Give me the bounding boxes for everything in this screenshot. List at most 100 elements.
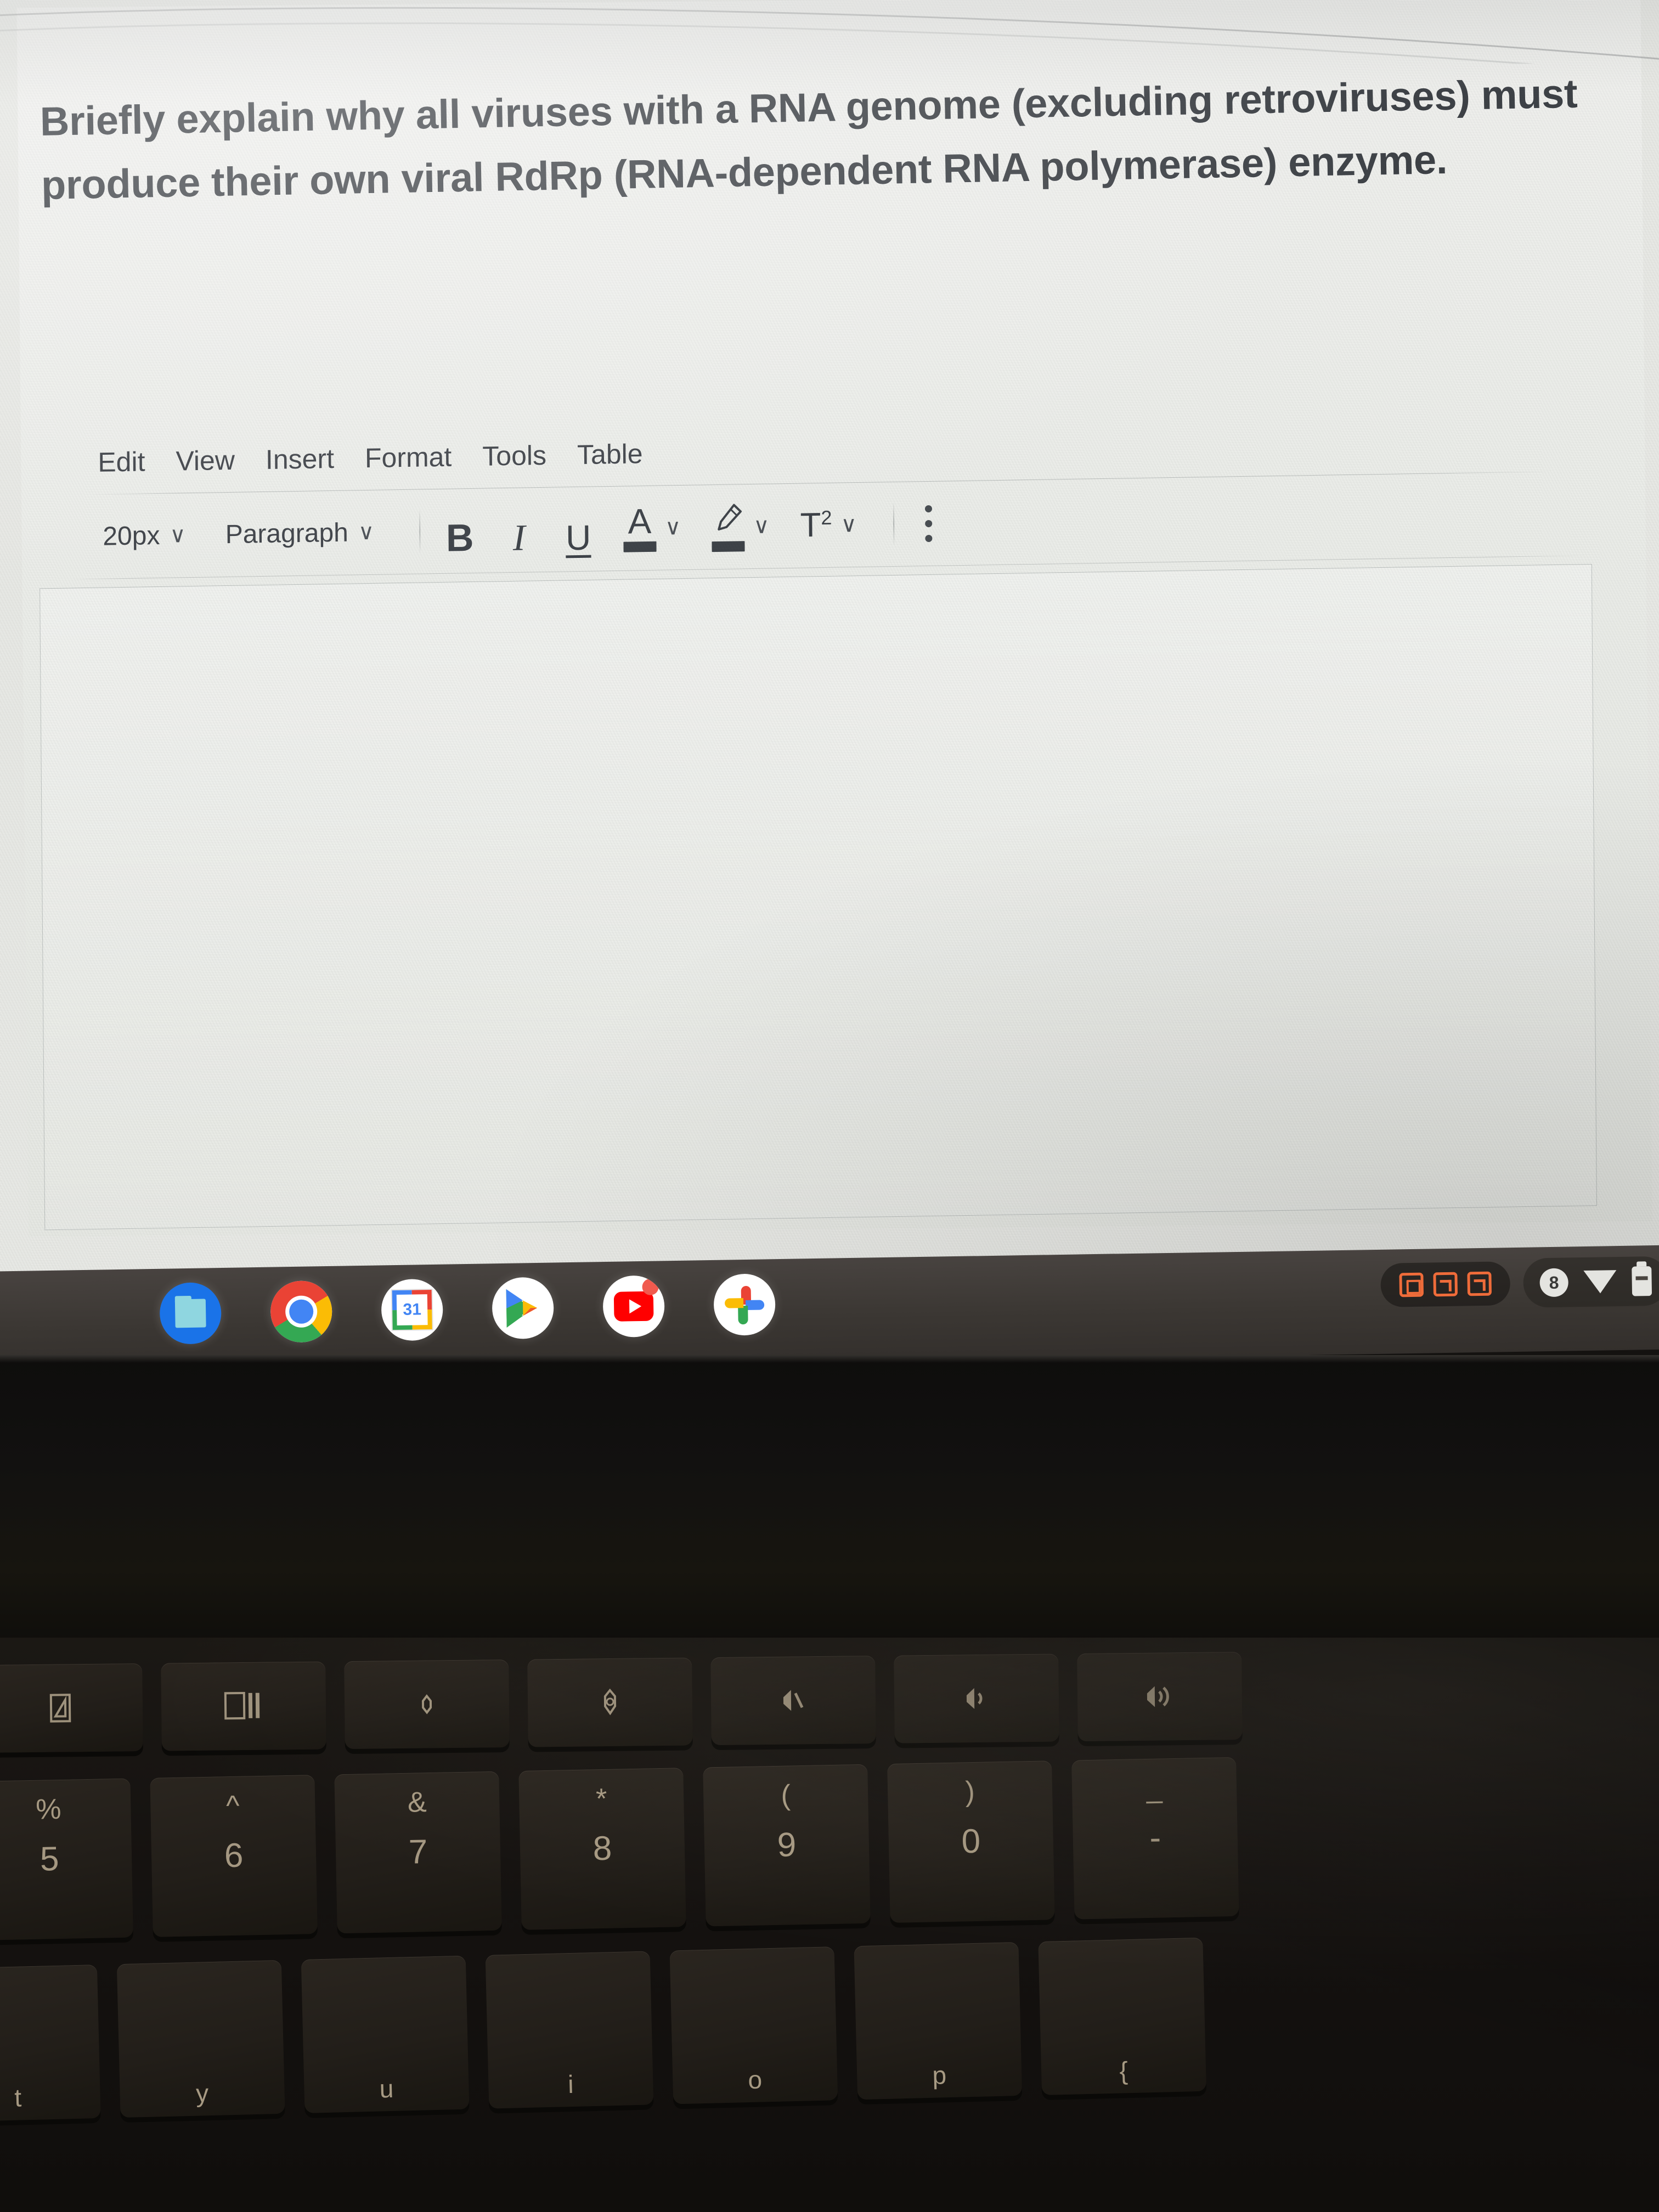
chevron-down-icon: ∨ [358, 520, 375, 545]
block-format-value: Paragraph [225, 518, 349, 549]
volume-down-key-icon [966, 1688, 983, 1709]
highlight-color-button[interactable] [712, 501, 745, 552]
key-lower-label: 0 [961, 1822, 981, 1861]
italic-button[interactable]: I [505, 503, 534, 558]
calendar-day-number: 31 [396, 1294, 428, 1326]
toolbar-divider-2 [893, 501, 895, 546]
menu-item-insert[interactable]: Insert [266, 443, 334, 475]
key-label: t [14, 2083, 22, 2112]
text-color-icon: A [628, 501, 652, 541]
screen-cast-icon[interactable] [1467, 1271, 1492, 1296]
chevron-down-icon[interactable]: ∨ [665, 515, 681, 539]
bold-button[interactable]: B [445, 504, 475, 560]
status-area[interactable]: 8 [1522, 1256, 1659, 1308]
menu-item-view[interactable]: View [176, 445, 235, 477]
wifi-icon[interactable] [1583, 1270, 1617, 1294]
text-color-button[interactable]: A [623, 501, 657, 552]
highlight-color-control[interactable]: ∨ [712, 501, 770, 552]
key-overview[interactable] [161, 1661, 326, 1751]
laptop-screen: Briefly explain why all viruses with a R… [0, 0, 1659, 1314]
key-t[interactable]: t [0, 1965, 101, 2123]
highlight-color-swatch [712, 540, 745, 552]
key-volume-up[interactable] [1077, 1651, 1243, 1742]
key-p[interactable]: p [854, 1942, 1023, 2100]
photos-icon [724, 1285, 765, 1325]
notification-count-badge[interactable]: 8 [1539, 1268, 1569, 1297]
menu-item-format[interactable]: Format [365, 442, 452, 473]
mute-key-icon [783, 1690, 804, 1711]
screen-capture-tray[interactable] [1380, 1261, 1511, 1307]
key-label: y [195, 2079, 209, 2108]
key-0[interactable]: ) 0 [887, 1760, 1055, 1923]
key-label: i [567, 2069, 574, 2099]
more-dot [924, 505, 932, 512]
key-i[interactable]: i [485, 1951, 654, 2109]
key-6[interactable]: ^ 6 [150, 1775, 318, 1937]
calendar-icon: 31 [392, 1290, 432, 1330]
block-format-select[interactable]: Paragraph ∨ [225, 517, 375, 549]
brightness-up-key-icon [603, 1688, 617, 1716]
keyboard-letter-row: t y u i o p { [0, 1937, 1207, 2123]
key-9[interactable]: ( 9 [703, 1764, 871, 1927]
key-upper-label: ) [964, 1775, 975, 1808]
menu-item-table[interactable]: Table [577, 438, 643, 470]
overview-windows-key-icon [224, 1691, 260, 1720]
shelf-item-chrome[interactable] [270, 1280, 333, 1343]
key-left-bracket[interactable]: { [1038, 1937, 1207, 2095]
editor-body[interactable] [40, 563, 1597, 1231]
key-lower-label: 6 [224, 1836, 244, 1875]
key-y[interactable]: y [116, 1960, 285, 2118]
shelf-item-files[interactable] [159, 1282, 222, 1345]
bold-icon: B [445, 516, 474, 560]
more-dot [924, 520, 932, 527]
key-minus[interactable]: _ - [1071, 1757, 1239, 1920]
screen-capture-icon[interactable] [1399, 1272, 1424, 1297]
shelf-item-youtube[interactable] [602, 1275, 665, 1338]
toolbar-divider [419, 509, 421, 554]
key-7[interactable]: & 7 [334, 1771, 502, 1934]
shelf-item-photos[interactable] [713, 1273, 776, 1336]
youtube-icon [613, 1291, 654, 1322]
menu-item-edit[interactable]: Edit [98, 446, 145, 477]
key-o[interactable]: o [669, 1946, 838, 2104]
laptop-bezel [0, 1355, 1659, 1662]
menu-item-tools[interactable]: Tools [482, 440, 546, 472]
key-upper-label: ( [780, 1779, 791, 1812]
screen-record-icon[interactable] [1433, 1272, 1458, 1297]
shelf-item-calendar[interactable]: 31 [381, 1278, 444, 1341]
key-volume-down[interactable] [894, 1654, 1059, 1743]
font-size-value: 20px [103, 521, 160, 551]
highlighter-pen-icon [712, 501, 744, 539]
key-8[interactable]: * 8 [518, 1768, 686, 1930]
text-color-control[interactable]: A ∨ [623, 501, 681, 552]
superscript-base: T [800, 506, 821, 544]
brightness-down-key-icon [421, 1694, 432, 1714]
key-brightness-up[interactable] [527, 1657, 693, 1747]
key-lower-label: 7 [408, 1833, 428, 1871]
system-tray: 8 [1380, 1256, 1659, 1310]
underline-button[interactable]: U [564, 503, 593, 558]
font-size-select[interactable]: 20px ∨ [103, 520, 186, 551]
superscript-control[interactable]: T2 ∨ [800, 506, 857, 544]
key-screen-mirror[interactable] [0, 1663, 143, 1753]
key-brightness-down[interactable] [344, 1659, 510, 1750]
key-mute[interactable] [710, 1655, 876, 1746]
text-color-swatch [623, 541, 657, 552]
battery-icon[interactable] [1632, 1266, 1652, 1296]
shelf-item-play-store[interactable] [492, 1277, 555, 1340]
photos-blade [724, 1298, 744, 1308]
play-store-icon [503, 1286, 543, 1330]
more-options-button[interactable] [924, 505, 933, 542]
key-5[interactable]: % 5 [0, 1778, 133, 1941]
key-lower-label: - [1149, 1819, 1161, 1857]
volume-up-key-icon [1147, 1686, 1169, 1707]
key-upper-label: ^ [225, 1790, 240, 1822]
keyboard-function-row [0, 1651, 1243, 1753]
chevron-down-icon[interactable]: ∨ [753, 514, 770, 538]
files-icon-body [174, 1299, 206, 1328]
more-dot [924, 534, 933, 542]
superscript-icon: T2 [800, 506, 832, 544]
chevron-down-icon[interactable]: ∨ [840, 512, 857, 537]
key-u[interactable]: u [301, 1955, 470, 2113]
key-label: p [932, 2061, 947, 2090]
